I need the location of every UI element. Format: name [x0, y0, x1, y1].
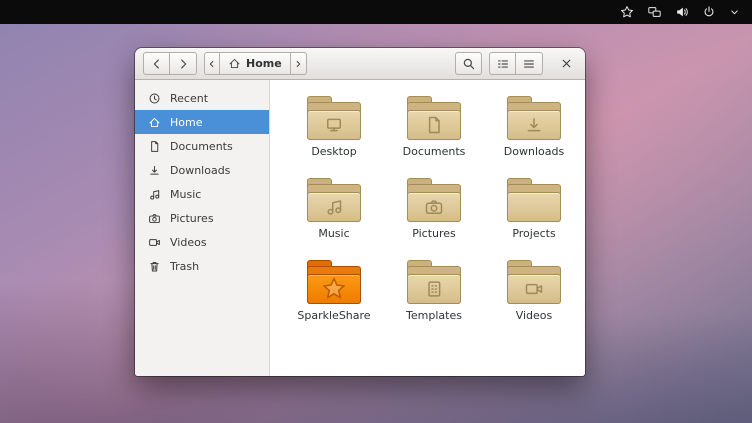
download-icon: [148, 164, 161, 177]
small-chevron-right-icon: [293, 59, 303, 69]
desktop-emblem-icon: [324, 115, 344, 135]
top-shell-bar: [0, 0, 752, 24]
clock-icon: [148, 92, 161, 105]
file-item-music[interactable]: Music: [284, 174, 384, 256]
chevron-right-icon: [176, 57, 190, 71]
chevron-left-icon: [150, 57, 164, 71]
music-note-icon: [148, 188, 161, 201]
view-list-icon: [496, 57, 510, 71]
files-window: Home: [135, 48, 585, 376]
download-emblem-icon: [524, 115, 544, 135]
file-name: Desktop: [311, 145, 356, 158]
file-item-pictures[interactable]: Pictures: [384, 174, 484, 256]
close-icon: [560, 57, 573, 70]
file-grid: Desktop Documents Download: [270, 80, 585, 376]
file-name: Music: [318, 227, 349, 240]
sidebar-item-trash[interactable]: Trash: [135, 254, 269, 278]
star-emblem-icon: [321, 276, 347, 302]
sidebar-item-label: Documents: [170, 140, 233, 153]
camera-emblem-icon: [424, 197, 444, 217]
file-item-videos[interactable]: Videos: [484, 256, 584, 338]
sidebar-item-music[interactable]: Music: [135, 182, 269, 206]
folder-icon: [407, 260, 461, 304]
file-item-sparkleshare[interactable]: SparkleShare: [284, 256, 384, 338]
view-menu-group: [489, 52, 543, 75]
back-button[interactable]: [143, 52, 170, 75]
path-scroll-right-button[interactable]: [291, 52, 307, 75]
chevron-down-icon[interactable]: [729, 7, 740, 18]
forward-button[interactable]: [170, 52, 197, 75]
file-item-projects[interactable]: Projects: [484, 174, 584, 256]
path-scroll-left-button[interactable]: [204, 52, 220, 75]
document-icon: [148, 140, 161, 153]
close-button[interactable]: [555, 52, 577, 75]
sidebar-item-downloads[interactable]: Downloads: [135, 158, 269, 182]
file-name: Videos: [516, 309, 553, 322]
home-icon: [148, 116, 161, 129]
nav-button-group: [143, 52, 197, 75]
folder-icon: [407, 96, 461, 140]
folder-icon: [307, 178, 361, 222]
menu-button[interactable]: [516, 52, 543, 75]
sidebar-item-documents[interactable]: Documents: [135, 134, 269, 158]
file-item-templates[interactable]: Templates: [384, 256, 484, 338]
file-item-desktop[interactable]: Desktop: [284, 92, 384, 174]
sidebar-item-recent[interactable]: Recent: [135, 86, 269, 110]
search-icon: [462, 57, 476, 71]
file-name: Templates: [406, 309, 462, 322]
file-item-downloads[interactable]: Downloads: [484, 92, 584, 174]
view-list-button[interactable]: [489, 52, 516, 75]
window-body: Recent Home Documents Downloads Music Pi…: [135, 80, 585, 376]
search-button[interactable]: [455, 52, 482, 75]
folder-icon: [507, 260, 561, 304]
file-item-documents[interactable]: Documents: [384, 92, 484, 174]
camera-icon: [148, 212, 161, 225]
sidebar-item-label: Recent: [170, 92, 208, 105]
sidebar-item-label: Pictures: [170, 212, 214, 225]
headerbar: Home: [135, 48, 585, 80]
music-emblem-icon: [324, 197, 344, 217]
path-location-label: Home: [246, 57, 282, 70]
file-name: Downloads: [504, 145, 564, 158]
sidebar-item-videos[interactable]: Videos: [135, 230, 269, 254]
sidebar-item-pictures[interactable]: Pictures: [135, 206, 269, 230]
sidebar-item-label: Music: [170, 188, 201, 201]
folder-icon-orange: [307, 260, 361, 304]
folder-icon: [407, 178, 461, 222]
star-icon[interactable]: [620, 5, 634, 19]
document-emblem-icon: [424, 115, 444, 135]
folder-icon: [507, 178, 561, 222]
sidebar-item-home[interactable]: Home: [135, 110, 269, 134]
home-icon: [228, 57, 241, 70]
headerbar-right: [455, 52, 577, 75]
hamburger-menu-icon: [522, 57, 536, 71]
trash-icon: [148, 260, 161, 273]
sidebar-item-label: Downloads: [170, 164, 230, 177]
power-icon[interactable]: [702, 5, 716, 19]
folder-icon: [507, 96, 561, 140]
sidebar-item-label: Home: [170, 116, 202, 129]
file-name: SparkleShare: [297, 309, 370, 322]
sidebar-item-label: Videos: [170, 236, 207, 249]
sidebar: Recent Home Documents Downloads Music Pi…: [135, 80, 270, 376]
file-name: Pictures: [412, 227, 456, 240]
small-chevron-left-icon: [207, 59, 217, 69]
network-icon[interactable]: [647, 5, 662, 19]
video-camera-icon: [148, 236, 161, 249]
path-home-button[interactable]: Home: [220, 52, 291, 75]
video-emblem-icon: [524, 279, 544, 299]
sidebar-item-label: Trash: [170, 260, 199, 273]
volume-icon[interactable]: [675, 5, 689, 19]
file-name: Documents: [403, 145, 466, 158]
template-emblem-icon: [424, 279, 444, 299]
folder-icon: [307, 96, 361, 140]
file-name: Projects: [512, 227, 555, 240]
path-bar: Home: [204, 52, 307, 75]
